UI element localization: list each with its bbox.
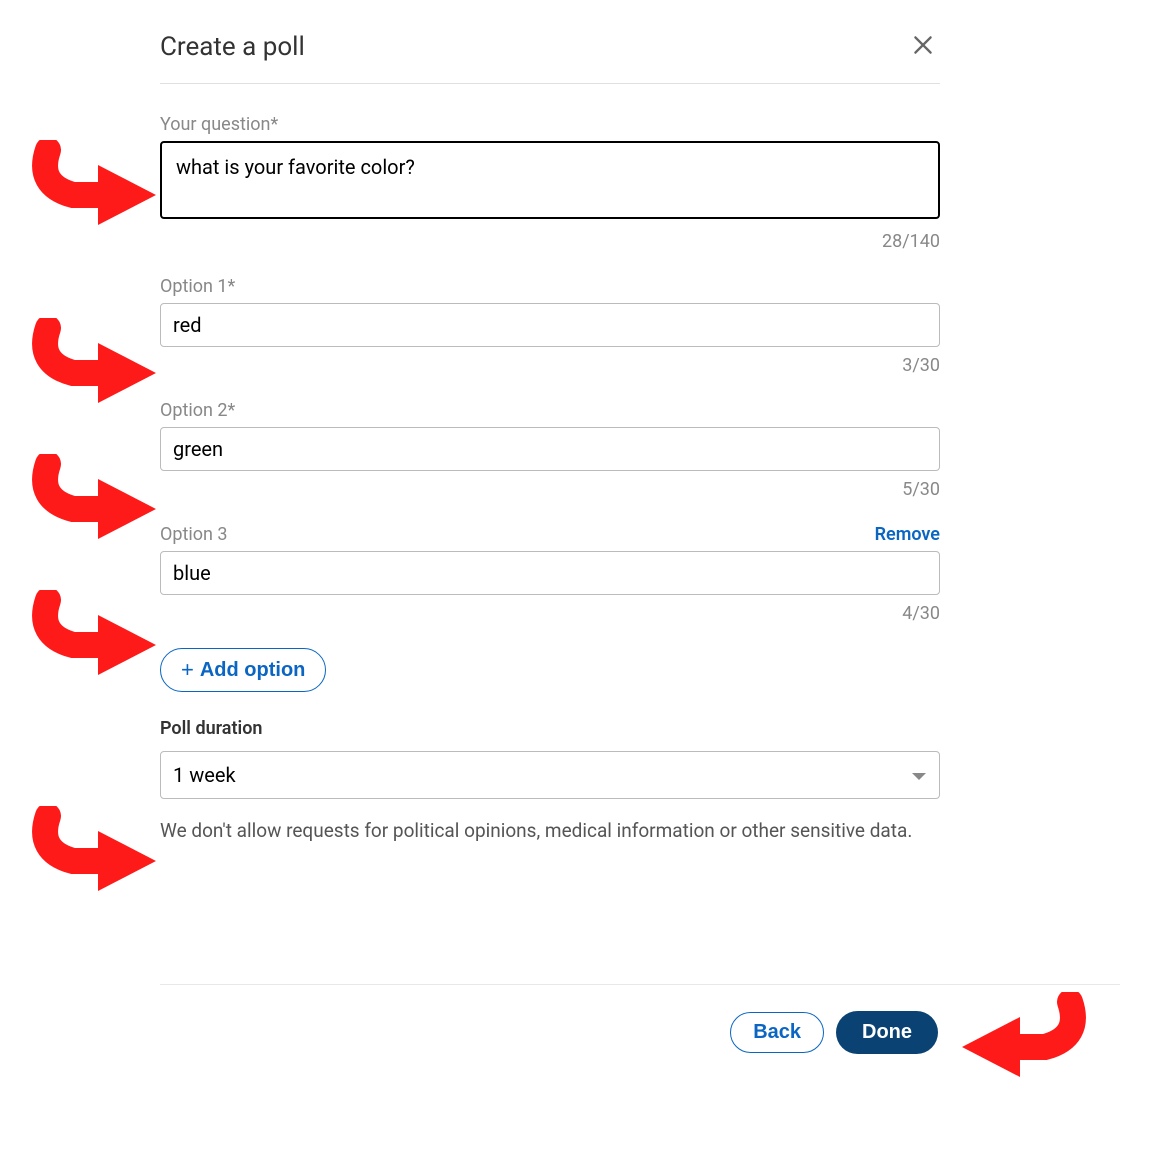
question-label: Your question* xyxy=(160,114,278,135)
question-counter: 28/140 xyxy=(160,231,940,252)
add-option-button[interactable]: + Add option xyxy=(160,648,326,692)
arrow-annotation-icon xyxy=(28,806,158,906)
duration-select[interactable]: 1 week xyxy=(160,751,940,799)
modal-title: Create a poll xyxy=(160,32,305,62)
question-group: Your question* 28/140 xyxy=(160,114,940,252)
question-input[interactable] xyxy=(160,141,940,219)
duration-group: Poll duration 1 week xyxy=(160,718,940,799)
arrow-annotation-icon xyxy=(28,318,158,418)
arrow-annotation-icon xyxy=(28,590,158,690)
back-button[interactable]: Back xyxy=(730,1012,824,1053)
form-body: Your question* 28/140 Option 1* 3/30 Opt… xyxy=(160,84,940,846)
done-button[interactable]: Done xyxy=(836,1011,938,1054)
option-1-input[interactable] xyxy=(160,303,940,347)
duration-label: Poll duration xyxy=(160,718,262,739)
close-button[interactable] xyxy=(906,28,940,65)
option-3-label: Option 3 xyxy=(160,524,228,545)
remove-option-link[interactable]: Remove xyxy=(875,524,940,545)
add-option-label: Add option xyxy=(200,659,306,682)
arrow-annotation-icon xyxy=(28,140,158,240)
option-1-group: Option 1* 3/30 xyxy=(160,276,940,376)
option-3-counter: 4/30 xyxy=(160,603,940,624)
duration-value: 1 week xyxy=(173,763,236,787)
disclaimer-text: We don't allow requests for political op… xyxy=(160,817,940,846)
option-1-counter: 3/30 xyxy=(160,355,940,376)
option-2-group: Option 2* 5/30 xyxy=(160,400,940,500)
arrow-annotation-icon xyxy=(28,454,158,554)
plus-icon: + xyxy=(181,657,194,683)
option-3-group: Option 3 Remove 4/30 xyxy=(160,524,940,624)
close-icon xyxy=(910,32,936,58)
option-2-label: Option 2* xyxy=(160,400,235,421)
caret-down-icon xyxy=(911,763,927,787)
modal-footer: Back Done xyxy=(160,984,1120,1054)
option-2-counter: 5/30 xyxy=(160,479,940,500)
modal-header: Create a poll xyxy=(160,28,940,84)
option-3-input[interactable] xyxy=(160,551,940,595)
create-poll-modal: Create a poll Your question* 28/140 Opti… xyxy=(160,28,940,846)
option-1-label: Option 1* xyxy=(160,276,235,297)
option-2-input[interactable] xyxy=(160,427,940,471)
